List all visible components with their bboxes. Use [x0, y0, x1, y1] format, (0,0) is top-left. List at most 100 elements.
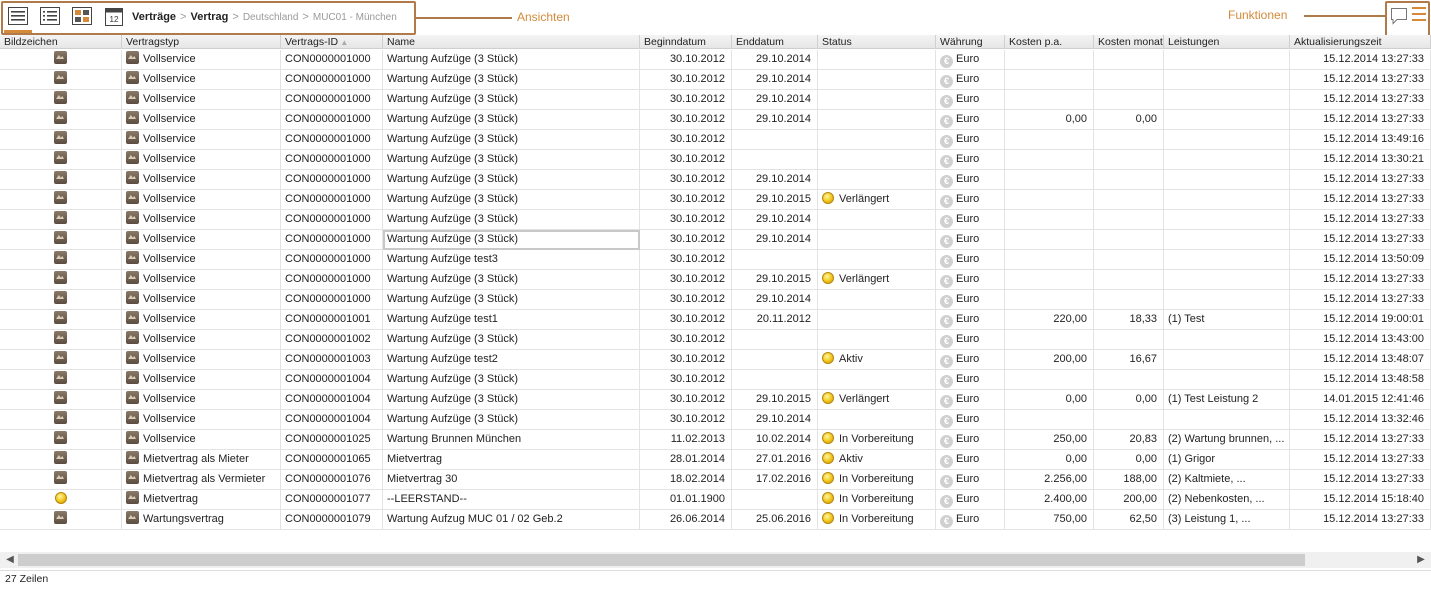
cell-beginndatum: 30.10.2012 — [640, 90, 732, 110]
breadcrumb-item-vertraege[interactable]: Verträge — [132, 11, 176, 23]
cell-aktualisierungszeit: 15.12.2014 13:43:00 — [1290, 330, 1431, 350]
cell-kosten-pa — [1005, 210, 1094, 230]
contract-type-icon — [126, 371, 139, 384]
cell-enddatum: 29.10.2015 — [732, 390, 818, 410]
scroll-right-icon[interactable]: ▶ — [1413, 552, 1429, 568]
cell-aktualisierungszeit: 15.12.2014 13:50:09 — [1290, 250, 1431, 270]
table-row[interactable]: Vollservice CON0000001000 Wartung Aufzüge … — [0, 90, 1431, 110]
cell-name: Wartung Aufzüge (3 Stück) — [383, 330, 640, 350]
cell-leistungen: (3) Leistung 1, ... — [1164, 510, 1290, 530]
header-col-kosten-monat[interactable]: Kosten monat — [1094, 35, 1164, 49]
table-row[interactable]: Vollservice CON0000001000 Wartung Aufzüge … — [0, 270, 1431, 290]
cell-text: Vollservice — [143, 253, 196, 265]
cell-vertragstyp: Vollservice — [122, 310, 281, 330]
contract-type-icon — [126, 411, 139, 424]
cell-text: Euro — [956, 333, 980, 345]
breadcrumb-item-vertrag[interactable]: Vertrag — [190, 11, 228, 23]
image-icon — [54, 151, 67, 164]
header-col-vertragstyp[interactable]: Vertragstyp — [122, 35, 281, 49]
table-row[interactable]: Wartungsvertrag CON0000001079 Wartung Aufz… — [0, 510, 1431, 530]
menu-icon[interactable] — [1412, 7, 1426, 23]
table-row[interactable]: Vollservice CON0000001004 Wartung Aufzüge … — [0, 390, 1431, 410]
breadcrumb-item-country[interactable]: Deutschland — [243, 12, 299, 23]
table-row[interactable]: Vollservice CON0000001003 Wartung Aufzüge … — [0, 350, 1431, 370]
cell-beginndatum: 01.01.1900 — [640, 490, 732, 510]
table-row[interactable]: Mietvertrag CON0000001077 --LEERSTAND-- 01.… — [0, 490, 1431, 510]
cell-name: Wartung Aufzüge (3 Stück) — [383, 190, 640, 210]
cell-vertrags-id: CON0000001077 — [281, 490, 383, 510]
calendar-view-button[interactable]: 12 — [102, 4, 126, 28]
cell-kosten-monat — [1094, 150, 1164, 170]
header-col-aktualisierungszeit[interactable]: Aktualisierungszeit — [1290, 35, 1431, 49]
table-row[interactable]: Mietvertrag als Vermieter CON0000001076 Mi… — [0, 470, 1431, 490]
scroll-left-icon[interactable]: ◀ — [2, 552, 18, 568]
header-col-enddatum[interactable]: Enddatum — [732, 35, 818, 49]
breadcrumb-item-site[interactable]: MUC01 - München — [313, 12, 397, 23]
cell-icon — [0, 390, 122, 410]
table-row[interactable]: Vollservice CON0000001000 Wartung Aufzüge … — [0, 50, 1431, 70]
cell-name: Mietvertrag — [383, 450, 640, 470]
header-col-name[interactable]: Name — [383, 35, 640, 49]
cell-status — [818, 250, 936, 270]
table-row[interactable]: Vollservice CON0000001000 Wartung Aufzüge … — [0, 190, 1431, 210]
table-row[interactable]: Vollservice CON0000001000 Wartung Aufzüge … — [0, 130, 1431, 150]
table-row[interactable]: Mietvertrag als Mieter CON0000001065 Mietv… — [0, 450, 1431, 470]
cell-aktualisierungszeit: 15.12.2014 13:48:07 — [1290, 350, 1431, 370]
cell-waehrung: € Euro — [936, 190, 1005, 210]
cell-kosten-pa — [1005, 270, 1094, 290]
header-col-kosten-pa[interactable]: Kosten p.a. — [1005, 35, 1094, 49]
table-row[interactable]: Vollservice CON0000001000 Wartung Aufzüge … — [0, 290, 1431, 310]
comment-icon[interactable] — [1390, 7, 1408, 25]
table-row[interactable]: Vollservice CON0000001000 Wartung Aufzüge … — [0, 250, 1431, 270]
table-row[interactable]: Vollservice CON0000001025 Wartung Brunnen … — [0, 430, 1431, 450]
header-col-waehrung[interactable]: Währung — [936, 35, 1005, 49]
cell-text: Vollservice — [143, 233, 196, 245]
cell-name: Wartung Brunnen München — [383, 430, 640, 450]
detail-list-view-button[interactable] — [38, 4, 62, 28]
cell-leistungen: (2) Kaltmiete, ... — [1164, 470, 1290, 490]
header-col-leistungen[interactable]: Leistungen — [1164, 35, 1290, 49]
cell-vertrags-id: CON0000001025 — [281, 430, 383, 450]
contract-type-icon — [126, 91, 139, 104]
header-col-status[interactable]: Status — [818, 35, 936, 49]
cell-kosten-pa — [1005, 230, 1094, 250]
table-row[interactable]: Vollservice CON0000001000 Wartung Aufzüge … — [0, 170, 1431, 190]
table-row[interactable]: Vollservice CON0000001002 Wartung Aufzüge … — [0, 330, 1431, 350]
cell-enddatum — [732, 350, 818, 370]
cell-status — [818, 290, 936, 310]
table-row[interactable]: Vollservice CON0000001000 Wartung Aufzüge … — [0, 230, 1431, 250]
contract-type-icon — [126, 451, 139, 464]
cell-kosten-pa: 250,00 — [1005, 430, 1094, 450]
table-row[interactable]: Vollservice CON0000001004 Wartung Aufzüge … — [0, 370, 1431, 390]
table-row[interactable]: Vollservice CON0000001000 Wartung Aufzüge … — [0, 70, 1431, 90]
header-col-vertrags-id[interactable]: Vertrags-ID ▲ — [281, 35, 383, 49]
table-row[interactable]: Vollservice CON0000001000 Wartung Aufzüge … — [0, 210, 1431, 230]
cell-text: Vollservice — [143, 433, 196, 445]
horizontal-scrollbar[interactable]: ◀ ▶ — [0, 552, 1431, 568]
cell-icon — [0, 190, 122, 210]
image-icon — [54, 291, 67, 304]
table-row[interactable]: Vollservice CON0000001001 Wartung Aufzüge … — [0, 310, 1431, 330]
list-view-button[interactable] — [4, 4, 32, 33]
tile-view-button[interactable] — [70, 4, 94, 28]
cell-aktualisierungszeit: 15.12.2014 13:27:33 — [1290, 430, 1431, 450]
status-bar: 27 Zeilen — [0, 570, 1431, 594]
cell-enddatum: 29.10.2014 — [732, 90, 818, 110]
cell-kosten-monat: 20,83 — [1094, 430, 1164, 450]
cell-aktualisierungszeit: 15.12.2014 13:49:16 — [1290, 130, 1431, 150]
cell-waehrung: € Euro — [936, 430, 1005, 450]
cell-enddatum: 29.10.2014 — [732, 290, 818, 310]
currency-icon: € — [940, 475, 953, 488]
scrollbar-thumb[interactable] — [18, 554, 1305, 566]
table-row[interactable]: Vollservice CON0000001000 Wartung Aufzüge … — [0, 150, 1431, 170]
cell-status — [818, 50, 936, 70]
cell-status: In Vorbereitung — [818, 430, 936, 450]
header-col-beginndatum[interactable]: Beginndatum — [640, 35, 732, 49]
cell-beginndatum: 30.10.2012 — [640, 210, 732, 230]
table-row[interactable]: Vollservice CON0000001000 Wartung Aufzüge … — [0, 110, 1431, 130]
table-row[interactable]: Vollservice CON0000001004 Wartung Aufzüge … — [0, 410, 1431, 430]
header-col-bildzeichen[interactable]: Bildzeichen — [0, 35, 122, 49]
cell-text: Vollservice — [143, 353, 196, 365]
cell-vertrags-id: CON0000001000 — [281, 270, 383, 290]
cell-vertrags-id: CON0000001000 — [281, 190, 383, 210]
